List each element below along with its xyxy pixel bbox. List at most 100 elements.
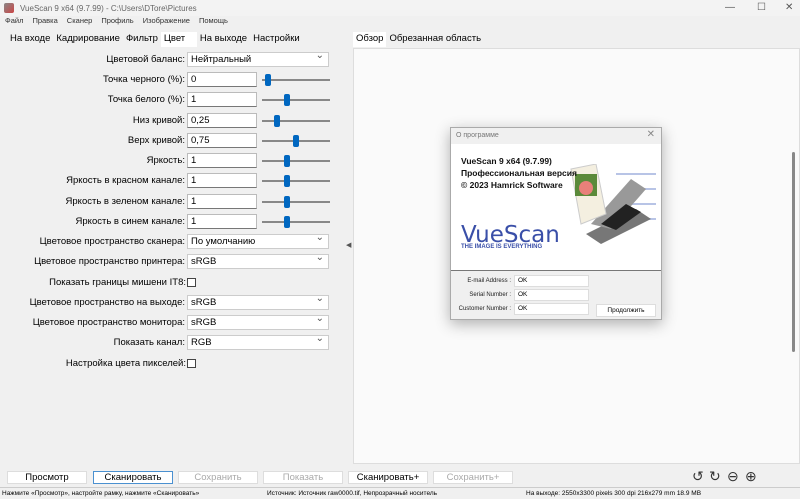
status-source: Источник: Источник raw0000.tif, Непрозра…: [267, 490, 437, 497]
monitor-space-select[interactable]: sRGB: [187, 315, 329, 330]
right-tabs: Обзор Обрезанная область: [353, 32, 484, 47]
dialog-close-icon[interactable]: ✕: [647, 129, 655, 140]
tab-filter[interactable]: Фильтр: [123, 32, 161, 47]
scanner-illustration: [566, 164, 656, 244]
scroll-thumb[interactable]: [792, 152, 795, 352]
show-it8-row: Показать границы мишени IT8:: [0, 275, 345, 291]
label: Яркость в красном канале:: [66, 175, 185, 186]
brightness-green-slider[interactable]: [262, 201, 330, 203]
tab-prefs[interactable]: Настройки: [250, 32, 303, 47]
menu-profile[interactable]: Профиль: [101, 16, 133, 28]
menu-edit[interactable]: Правка: [32, 16, 57, 28]
email-field[interactable]: OK: [514, 275, 589, 287]
brightness-green-row: Яркость в зеленом канале:1: [0, 194, 345, 210]
color-balance-row: Цветовой баланс:Нейтральный: [0, 52, 345, 68]
pixel-color-checkbox[interactable]: [187, 359, 196, 368]
tab-color[interactable]: Цвет: [161, 32, 197, 47]
about-dialog: О программе ✕ VueScan 9 x64 (9.7.99) Про…: [450, 127, 662, 320]
menu-bar: Файл Правка Сканер Профиль Изображение П…: [0, 16, 228, 28]
slider-thumb[interactable]: [293, 135, 299, 147]
scan-plus-button[interactable]: Сканировать+: [348, 471, 428, 484]
divider: [451, 270, 661, 271]
slider-thumb[interactable]: [284, 216, 290, 228]
slider-thumb[interactable]: [284, 175, 290, 187]
zoom-out-icon[interactable]: ⊖: [727, 468, 739, 485]
label: Цветовой баланс:: [106, 54, 185, 65]
minimize-icon[interactable]: —: [725, 2, 735, 13]
save-plus-button[interactable]: Сохранить+: [433, 471, 513, 484]
output-space-select[interactable]: sRGB: [187, 295, 329, 310]
tab-preview[interactable]: Обзор: [353, 32, 386, 47]
rotate-right-icon[interactable]: ↻: [709, 468, 721, 485]
menu-file[interactable]: Файл: [5, 16, 23, 28]
save-button[interactable]: Сохранить: [178, 471, 258, 484]
white-point-slider[interactable]: [262, 99, 330, 101]
tab-crop[interactable]: Кадрирование: [53, 32, 123, 47]
show-channel-row: Показать канал:RGB: [0, 335, 345, 351]
close-icon[interactable]: ✕: [785, 2, 793, 13]
menu-scanner[interactable]: Сканер: [67, 16, 93, 28]
customer-field[interactable]: OK: [514, 303, 589, 315]
panel-splitter[interactable]: ◀: [345, 48, 353, 464]
pixel-color-row: Настройка цвета пикселей:: [0, 356, 345, 372]
curve-low-row: Низ кривой:0,25: [0, 113, 345, 129]
zoom-in-icon[interactable]: ⊕: [745, 468, 757, 485]
curve-high-input[interactable]: 0,75: [187, 133, 257, 148]
curve-high-slider[interactable]: [262, 140, 330, 142]
label: Низ кривой:: [133, 115, 185, 126]
black-point-slider[interactable]: [262, 79, 330, 81]
tab-input[interactable]: На входе: [7, 32, 53, 47]
show-button[interactable]: Показать: [263, 471, 343, 484]
label: Цветовое пространство принтера:: [34, 256, 185, 267]
title-bar: VueScan 9 x64 (9.7.99) - C:\Users\DTore\…: [0, 0, 800, 16]
status-output: На выходе: 2550x3300 pixels 300 dpi 216x…: [526, 490, 701, 497]
label: Цветовое пространство на выходе:: [30, 297, 185, 308]
about-version: VueScan 9 x64 (9.7.99): [461, 156, 552, 166]
monitor-space-row: Цветовое пространство монитора:sRGB: [0, 315, 345, 331]
scanner-space-select[interactable]: По умолчанию: [187, 234, 329, 249]
brightness-input[interactable]: 1: [187, 153, 257, 168]
show-it8-checkbox[interactable]: [187, 278, 196, 287]
maximize-icon[interactable]: ☐: [757, 2, 766, 13]
label: Настройка цвета пикселей:: [66, 358, 186, 369]
preview-button[interactable]: Просмотр: [7, 471, 87, 484]
show-channel-select[interactable]: RGB: [187, 335, 329, 350]
label: Цветовое пространство сканера:: [40, 236, 185, 247]
window-title: VueScan 9 x64 (9.7.99) - C:\Users\DTore\…: [20, 4, 197, 13]
color-balance-select[interactable]: Нейтральный: [187, 52, 329, 67]
collapse-arrow-icon[interactable]: ◀: [346, 241, 351, 249]
brightness-red-input[interactable]: 1: [187, 173, 257, 188]
about-banner: VueScan 9 x64 (9.7.99) Профессиональная …: [451, 144, 661, 270]
brightness-blue-input[interactable]: 1: [187, 214, 257, 229]
rotate-left-icon[interactable]: ↺: [692, 468, 704, 485]
preview-scrollbar[interactable]: [789, 52, 797, 462]
tab-scan-area[interactable]: Обрезанная область: [386, 32, 484, 47]
brightness-red-slider[interactable]: [262, 180, 330, 182]
output-space-row: Цветовое пространство на выходе:sRGB: [0, 295, 345, 311]
app-icon: [4, 3, 14, 13]
slider-thumb[interactable]: [265, 74, 271, 86]
color-settings-panel: Цветовой баланс:Нейтральный Точка черног…: [0, 48, 345, 464]
slider-thumb[interactable]: [284, 94, 290, 106]
curve-high-row: Верх кривой:0,75: [0, 133, 345, 149]
brightness-blue-slider[interactable]: [262, 221, 330, 223]
brightness-slider[interactable]: [262, 160, 330, 162]
black-point-input[interactable]: 0: [187, 72, 257, 87]
slider-thumb[interactable]: [274, 115, 280, 127]
label: Яркость:: [147, 155, 185, 166]
brightness-row: Яркость:1: [0, 153, 345, 169]
printer-space-select[interactable]: sRGB: [187, 254, 329, 269]
white-point-input[interactable]: 1: [187, 92, 257, 107]
slider-thumb[interactable]: [284, 155, 290, 167]
curve-low-input[interactable]: 0,25: [187, 113, 257, 128]
slider-thumb[interactable]: [284, 196, 290, 208]
continue-button[interactable]: Продолжить: [596, 304, 656, 317]
brightness-green-input[interactable]: 1: [187, 194, 257, 209]
tab-output[interactable]: На выходе: [197, 32, 250, 47]
serial-field[interactable]: OK: [514, 289, 589, 301]
menu-help[interactable]: Помощь: [199, 16, 228, 28]
scan-button[interactable]: Сканировать: [93, 471, 173, 484]
curve-low-slider[interactable]: [262, 120, 330, 122]
about-copyright: © 2023 Hamrick Software: [461, 180, 563, 190]
menu-image[interactable]: Изображение: [143, 16, 190, 28]
